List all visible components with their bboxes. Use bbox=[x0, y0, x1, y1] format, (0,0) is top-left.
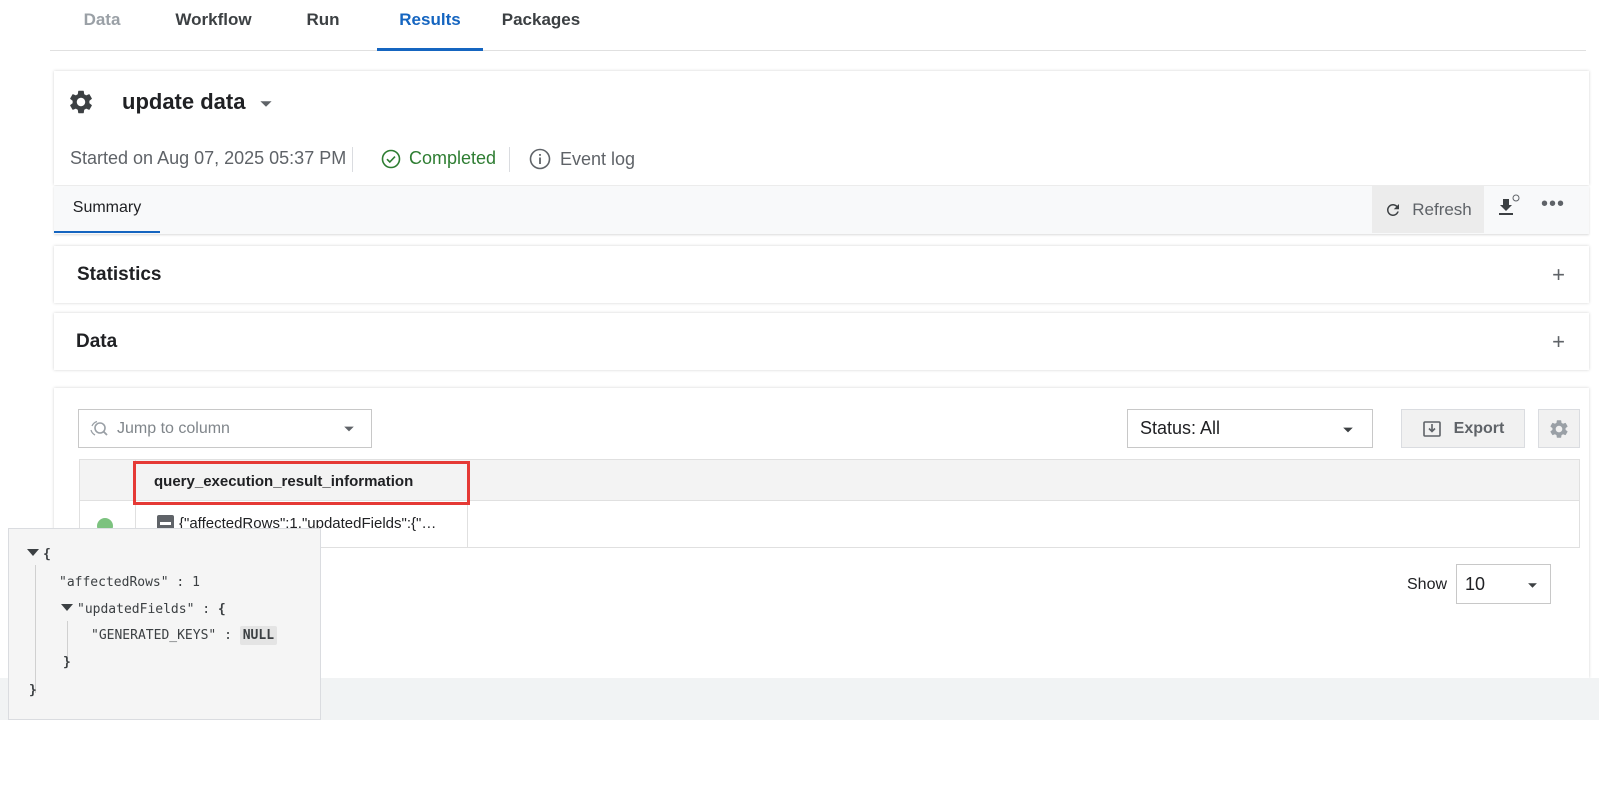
column-divider bbox=[467, 501, 468, 547]
status-filter-value: Status: All bbox=[1140, 418, 1221, 438]
tab-workflow[interactable]: Workflow bbox=[166, 0, 261, 51]
check-circle-icon bbox=[381, 149, 401, 168]
status-filter-select[interactable]: Status: All bbox=[1127, 409, 1373, 448]
divider bbox=[509, 147, 510, 172]
job-title: update data bbox=[122, 89, 246, 114]
start-time: Started on Aug 07, 2025 05:37 PM bbox=[70, 148, 347, 168]
refresh-button[interactable]: Refresh bbox=[1372, 186, 1484, 233]
json-colon: : bbox=[176, 575, 185, 590]
expand-icon[interactable]: + bbox=[1552, 329, 1565, 355]
json-open-brace: { bbox=[43, 547, 51, 562]
expand-triangle-icon[interactable] bbox=[27, 549, 39, 556]
tree-guide bbox=[67, 621, 68, 659]
status-label: Completed bbox=[409, 148, 497, 168]
json-close-brace: } bbox=[29, 683, 37, 698]
grid-settings-button[interactable] bbox=[1538, 409, 1580, 448]
json-colon: : bbox=[202, 602, 211, 617]
statistics-title: Statistics bbox=[77, 264, 162, 285]
jump-to-column-select[interactable]: Jump to column bbox=[78, 409, 372, 448]
json-key: "updatedFields" bbox=[77, 602, 195, 617]
show-label: Show bbox=[1407, 576, 1448, 593]
chevron-down-icon bbox=[1343, 427, 1353, 433]
job-header-card: update data Started on Aug 07, 2025 05:3… bbox=[54, 71, 1589, 185]
chevron-down-icon bbox=[1528, 583, 1537, 588]
tree-guide bbox=[35, 565, 36, 693]
export-label: Export bbox=[1453, 419, 1505, 437]
json-key: "affectedRows" bbox=[59, 575, 169, 590]
statistics-panel[interactable]: Statistics + bbox=[54, 246, 1589, 303]
info-icon bbox=[529, 148, 551, 170]
tab-packages[interactable]: Packages bbox=[500, 0, 582, 51]
top-tab-bar: Data Workflow Run Results Packages bbox=[50, 0, 1586, 51]
json-updated-line: "updatedFields" : { bbox=[61, 602, 226, 617]
json-close-brace: } bbox=[63, 655, 71, 670]
json-root-close-line: } bbox=[29, 683, 37, 698]
grid-header-row: query_execution_result_information bbox=[80, 460, 1579, 501]
expand-triangle-icon[interactable] bbox=[61, 604, 73, 611]
json-null-badge: NULL bbox=[239, 626, 278, 645]
status-badge: Completed bbox=[381, 148, 496, 169]
json-colon: : bbox=[224, 628, 232, 643]
event-log-link[interactable]: Event log bbox=[529, 148, 635, 170]
json-key: "GENERATED_KEYS" bbox=[91, 628, 217, 643]
divider bbox=[352, 147, 353, 172]
chevron-down-icon[interactable] bbox=[259, 97, 273, 111]
tab-data[interactable]: Data bbox=[72, 0, 132, 51]
event-log-label: Event log bbox=[560, 148, 636, 169]
gear-icon bbox=[70, 90, 92, 114]
json-close-line: } bbox=[63, 655, 71, 670]
column-header[interactable]: query_execution_result_information bbox=[154, 473, 413, 490]
search-icon bbox=[90, 420, 108, 436]
json-viewer-popover: { "affectedRows" : 1 "updatedFields" : {… bbox=[8, 528, 321, 720]
page-size-select[interactable]: 10 bbox=[1456, 564, 1551, 604]
tab-results[interactable]: Results bbox=[377, 0, 483, 51]
results-subtab-bar: Summary Refresh ••• bbox=[54, 186, 1589, 234]
refresh-label: Refresh bbox=[1412, 199, 1472, 219]
tab-run[interactable]: Run bbox=[295, 0, 351, 51]
tab-summary[interactable]: Summary bbox=[54, 186, 160, 233]
more-options-icon[interactable]: ••• bbox=[1538, 193, 1568, 223]
jump-to-column-placeholder: Jump to column bbox=[117, 419, 230, 437]
json-root-line: { bbox=[27, 547, 51, 562]
json-affected-line: "affectedRows" : 1 bbox=[59, 575, 200, 590]
export-button[interactable]: Export bbox=[1401, 409, 1525, 448]
refresh-icon bbox=[1387, 203, 1400, 216]
chevron-down-icon bbox=[344, 426, 354, 431]
page-size-value: 10 bbox=[1465, 574, 1486, 594]
download-icon[interactable] bbox=[1494, 192, 1524, 222]
data-title: Data bbox=[76, 331, 118, 352]
json-generated-line: "GENERATED_KEYS" : NULL bbox=[91, 626, 278, 645]
data-panel[interactable]: Data + bbox=[54, 313, 1589, 370]
export-icon bbox=[1422, 420, 1441, 437]
json-value: 1 bbox=[192, 575, 200, 590]
json-open-brace: { bbox=[217, 602, 226, 617]
gear-icon bbox=[1550, 419, 1568, 438]
expand-icon[interactable]: + bbox=[1552, 262, 1565, 288]
